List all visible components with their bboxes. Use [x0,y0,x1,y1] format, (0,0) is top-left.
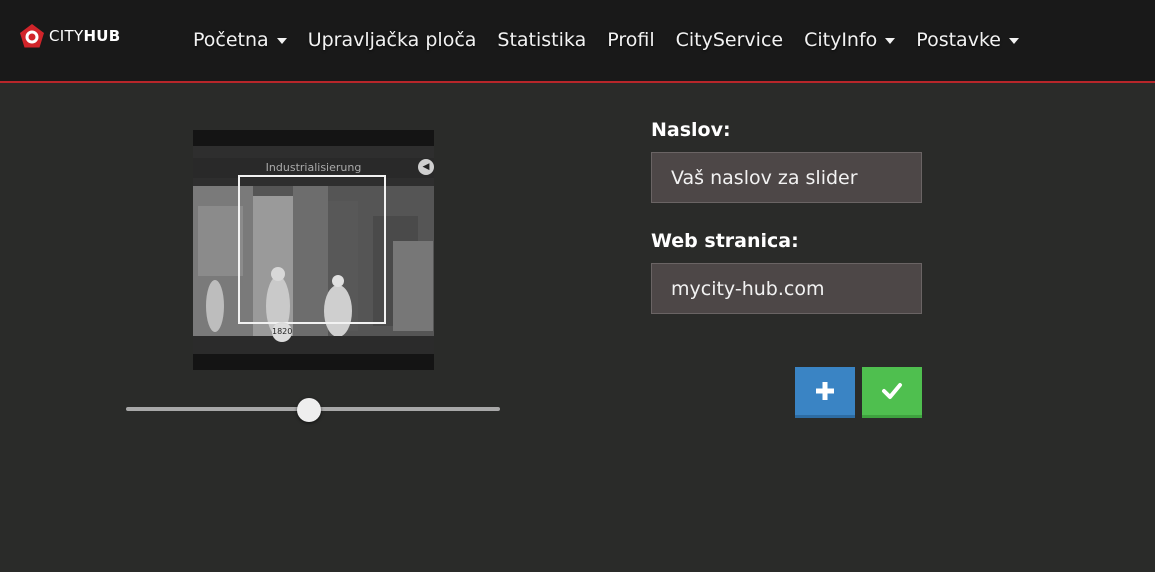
nav-item-label: CityService [675,29,784,51]
caret-down-icon [885,38,896,44]
nav-item-pocetna[interactable]: Početna [193,29,287,51]
top-navbar: CITYHUB Početna Upravljačka ploča Statis… [0,0,1155,83]
title-label: Naslov: [651,119,731,141]
brand-name-bold: HUB [83,26,121,45]
nav-item-label: Početna [193,29,269,51]
main-menu: Početna Upravljačka ploča Statistika Pro… [193,26,1040,54]
confirm-button[interactable] [862,367,922,418]
website-input[interactable] [651,263,922,314]
title-input[interactable] [651,152,922,203]
caret-down-icon [276,38,287,44]
brand-name: CITYHUB [49,26,121,45]
pentagon-logo-icon [20,24,44,48]
zoom-slider-thumb[interactable] [297,398,322,422]
nav-item-label: Postavke [916,29,1001,51]
nav-item-upravljacka-ploca[interactable]: Upravljačka ploča [308,29,477,51]
caret-down-icon [1008,38,1019,44]
plus-icon [816,382,834,400]
website-label: Web stranica: [651,230,799,252]
nav-item-profil[interactable]: Profil [607,29,654,51]
add-button[interactable] [795,367,855,418]
crop-selection-box[interactable] [238,175,386,324]
nav-item-statistika[interactable]: Statistika [497,29,586,51]
slider-image-preview: Industrialisierung ◀ 1820 [193,130,434,370]
speaker-icon[interactable]: ◀ [418,159,434,175]
nav-item-label: Statistika [497,29,587,51]
brand-logo[interactable]: CITYHUB [19,23,121,49]
nav-item-label: Upravljačka ploča [307,29,477,51]
nav-item-label: CityInfo [804,29,878,51]
brand-name-light: CITY [49,26,84,45]
checkmark-icon [882,383,902,399]
nav-item-postavke[interactable]: Postavke [916,29,1019,51]
year-badge: 1820 [272,322,292,342]
nav-item-label: Profil [607,29,655,51]
nav-item-cityservice[interactable]: CityService [676,29,783,51]
nav-item-cityinfo[interactable]: CityInfo [804,29,896,51]
